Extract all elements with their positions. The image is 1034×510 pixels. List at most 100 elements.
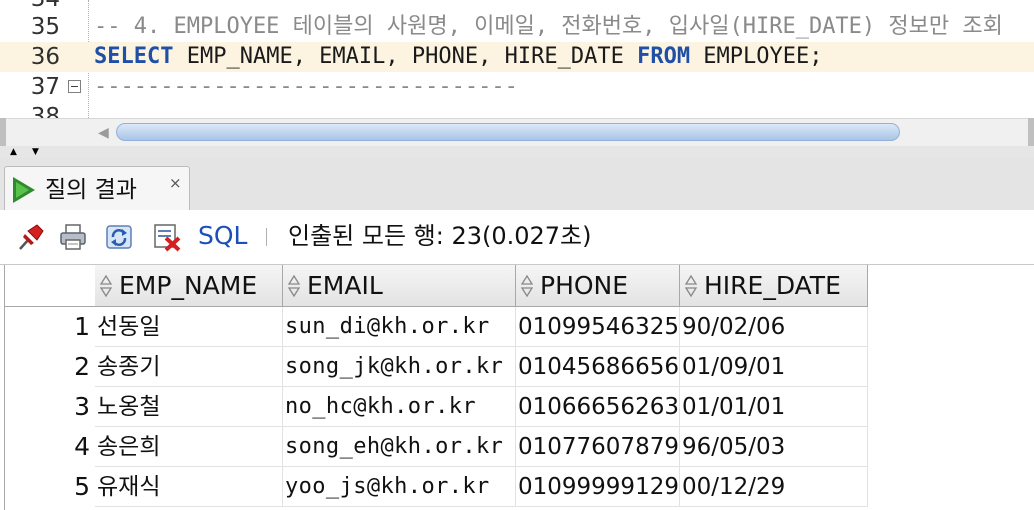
- cell-value: 선동일: [97, 314, 161, 340]
- cell-emp-name[interactable]: 송종기: [95, 347, 283, 387]
- cell-value: song_eh@kh.or.kr: [285, 434, 504, 459]
- tab-label: 질의 결과: [45, 177, 137, 203]
- tab-query-result[interactable]: 질의 결과 ×: [4, 166, 190, 210]
- row-number: 1: [74, 312, 90, 341]
- column-header-phone[interactable]: PHONE: [516, 265, 680, 307]
- cell-value: sun_di@kh.or.kr: [285, 314, 490, 339]
- line-number: 38: [30, 104, 60, 118]
- sort-icon[interactable]: [287, 274, 301, 298]
- row-number: 2: [74, 352, 90, 381]
- table-row[interactable]: 4 송은희 song_eh@kh.or.kr 01077607879 96/05…: [0, 427, 870, 467]
- cell-value: 01077607879: [518, 434, 679, 460]
- line-number: 37: [30, 74, 60, 100]
- cell-value: 00/12/29: [682, 474, 786, 500]
- column-header-label: EMAIL: [307, 271, 383, 300]
- panel-edge-right: [1028, 118, 1034, 146]
- table-row[interactable]: 3 노옹철 no_hc@kh.or.kr 01066656263 01/01/0…: [0, 387, 870, 427]
- cell-value: 01/09/01: [682, 354, 786, 380]
- cell-emp-name[interactable]: 선동일: [95, 307, 283, 347]
- column-header-emp-name[interactable]: EMP_NAME: [95, 265, 283, 307]
- cell-value: 01099546325: [518, 314, 679, 340]
- refresh-icon[interactable]: [104, 222, 134, 252]
- cell-value: 01045686656: [518, 354, 679, 380]
- pin-icon[interactable]: [16, 222, 46, 252]
- table-row[interactable]: 1 선동일 sun_di@kh.or.kr 01099546325 90/02/…: [0, 307, 870, 347]
- table-row[interactable]: 2 송종기 song_jk@kh.or.kr 01045686656 01/09…: [0, 347, 870, 387]
- cell-phone[interactable]: 01099546325: [516, 307, 680, 347]
- cell-hire-date[interactable]: 90/02/06: [680, 307, 868, 347]
- sql-comment: --------------------------------: [94, 74, 518, 99]
- toolbar-separator: [266, 228, 267, 246]
- cell-value: 노옹철: [97, 394, 161, 420]
- panel-edge-left: [0, 118, 6, 146]
- editor-horizontal-scrollbar[interactable]: ◀: [0, 118, 1034, 147]
- cell-value: 01/01/01: [682, 394, 786, 420]
- print-icon[interactable]: [58, 222, 88, 252]
- splitter-down-arrow-icon[interactable]: ▼: [32, 147, 39, 157]
- cell-value: 01066656263: [518, 394, 679, 420]
- cell-email[interactable]: song_eh@kh.or.kr: [283, 427, 516, 467]
- scroll-left-arrow-icon[interactable]: ◀: [98, 125, 109, 141]
- column-header-label: PHONE: [540, 271, 629, 300]
- column-header-hire-date[interactable]: HIRE_DATE: [680, 265, 868, 307]
- delete-icon[interactable]: [152, 222, 182, 252]
- cell-emp-name[interactable]: 송은희: [95, 427, 283, 467]
- splitter-up-arrow-icon[interactable]: ▲: [10, 147, 17, 157]
- row-number: 4: [74, 432, 90, 461]
- row-number: 5: [74, 472, 90, 501]
- cell-value: 90/02/06: [682, 314, 786, 340]
- sort-icon[interactable]: [684, 274, 698, 298]
- cell-emp-name[interactable]: 노옹철: [95, 387, 283, 427]
- result-grid[interactable]: EMP_NAME EMAIL PHONE HIRE_DATE 1 선동일 sun…: [0, 265, 1034, 510]
- cell-value: 송종기: [97, 354, 161, 380]
- cell-email[interactable]: yoo_js@kh.or.kr: [283, 467, 516, 507]
- fetch-status: 인출된 모든 행: 23(0.027초): [288, 222, 592, 250]
- result-tab-bar: 질의 결과 ×: [0, 158, 1034, 211]
- sql-columns: EMP_NAME, EMAIL, PHONE, HIRE_DATE: [173, 44, 638, 69]
- close-icon[interactable]: ×: [169, 173, 182, 193]
- editor-line-38[interactable]: 38: [0, 102, 1034, 118]
- sort-icon[interactable]: [520, 274, 534, 298]
- cell-hire-date[interactable]: 01/09/01: [680, 347, 868, 387]
- cell-value: no_hc@kh.or.kr: [285, 394, 477, 419]
- scrollbar-thumb[interactable]: [116, 123, 900, 141]
- sql-statement: SELECT EMP_NAME, EMAIL, PHONE, HIRE_DATE…: [94, 42, 823, 72]
- cell-hire-date[interactable]: 96/05/03: [680, 427, 868, 467]
- cell-email[interactable]: no_hc@kh.or.kr: [283, 387, 516, 427]
- table-row[interactable]: 5 유재식 yoo_js@kh.or.kr 01099999129 00/12/…: [0, 467, 870, 507]
- column-header-label: EMP_NAME: [119, 271, 258, 300]
- cell-value: 96/05/03: [682, 434, 786, 460]
- cell-email[interactable]: song_jk@kh.or.kr: [283, 347, 516, 387]
- sql-keyword-select: SELECT: [94, 44, 174, 69]
- cell-hire-date[interactable]: 01/01/01: [680, 387, 868, 427]
- line-number: 36: [30, 44, 60, 70]
- sort-icon[interactable]: [99, 274, 113, 298]
- cell-email[interactable]: sun_di@kh.or.kr: [283, 307, 516, 347]
- editor-line-36[interactable]: 36 SELECT EMP_NAME, EMAIL, PHONE, HIRE_D…: [0, 42, 1034, 72]
- cell-phone[interactable]: 01077607879: [516, 427, 680, 467]
- sql-button[interactable]: SQL: [198, 220, 247, 252]
- fold-collapse-icon[interactable]: [68, 80, 81, 93]
- editor-line-35[interactable]: 35 -- 4. EMPLOYEE 테이블의 사원명, 이메일, 전화번호, 입…: [0, 12, 1034, 42]
- sql-table: EMPLOYEE;: [690, 44, 823, 69]
- cell-value: song_jk@kh.or.kr: [285, 354, 504, 379]
- run-icon-highlight: [16, 182, 29, 198]
- cell-hire-date[interactable]: 00/12/29: [680, 467, 868, 507]
- row-number: 3: [74, 392, 90, 421]
- column-header-email[interactable]: EMAIL: [283, 265, 516, 307]
- cell-value: 01099999129: [518, 474, 679, 500]
- cell-phone[interactable]: 01066656263: [516, 387, 680, 427]
- editor-line-37[interactable]: 37 --------------------------------: [0, 72, 1034, 102]
- row-number-header: [5, 265, 95, 307]
- cell-value: 유재식: [97, 474, 161, 500]
- sql-keyword-from: FROM: [637, 44, 691, 69]
- cell-phone[interactable]: 01099999129: [516, 467, 680, 507]
- cell-value: yoo_js@kh.or.kr: [285, 474, 490, 499]
- line-number: 35: [30, 14, 60, 40]
- column-header-label: HIRE_DATE: [704, 271, 841, 300]
- cell-value: 송은희: [97, 434, 161, 460]
- sql-editor[interactable]: 34 35 -- 4. EMPLOYEE 테이블의 사원명, 이메일, 전화번호…: [0, 0, 1034, 118]
- cell-emp-name[interactable]: 유재식: [95, 467, 283, 507]
- sql-comment: -- 4. EMPLOYEE 테이블의 사원명, 이메일, 전화번호, 입사일(…: [94, 14, 1003, 39]
- cell-phone[interactable]: 01045686656: [516, 347, 680, 387]
